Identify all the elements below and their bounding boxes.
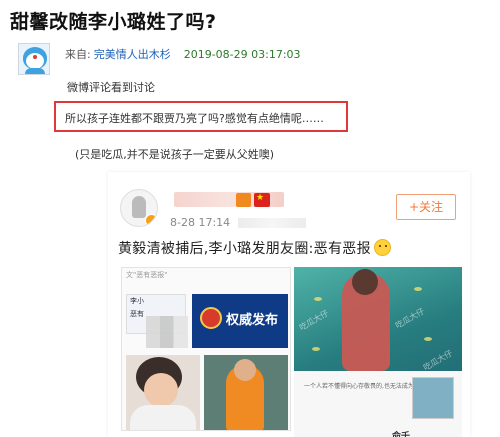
embed-time-text: 8-28 17:14	[170, 216, 231, 229]
post-datetime: 2019-08-29 03:17:03	[183, 48, 301, 61]
avatar-figure	[132, 196, 146, 218]
china-flag-icon	[254, 193, 270, 207]
avatar-nose	[33, 55, 37, 59]
photo-girl-head	[352, 269, 378, 295]
fish-shape	[414, 287, 422, 291]
highlight-box: 所以孩子连姓都不跟贾乃亮了吗?感觉有点绝情呢……	[54, 101, 348, 132]
embed-headline: 黄毅清被捕后,李小璐发朋友圈:恶有恶报	[118, 238, 391, 258]
image-caption: 一个人若不懂得向心存敬畏的,也无法成为一个..	[304, 383, 430, 390]
photo-shirt	[130, 405, 196, 430]
image-right[interactable]: 吃瓜大仔 吃瓜大仔 吃瓜大仔 一个人若不懂得向心存敬畏的,也无法成为一个.. 命…	[294, 267, 462, 437]
image-bottom-text: 命千	[392, 432, 411, 437]
blurred-source	[238, 218, 307, 228]
member-badge-icon	[236, 193, 251, 207]
official-release-text: 权威发布	[226, 313, 279, 328]
image-left-tag: 文"恶有恶报"	[126, 271, 168, 279]
comment-line-3: (只是吃瓜,并不是说孩子一定要从父姓噢)	[75, 148, 275, 161]
post-meta: 来自: 完美情人出木杉 2019-08-29 03:17:03	[65, 46, 301, 62]
embed-headline-text: 黄毅清被捕后,李小璐发朋友圈:恶有恶报	[118, 241, 371, 257]
follow-button[interactable]: +关注	[396, 194, 456, 220]
photo-portrait-1	[126, 355, 200, 430]
photo-head	[234, 359, 256, 381]
smile-emoji-icon	[373, 239, 391, 256]
image-left[interactable]: 文"恶有恶报" 李小 恶有 权威发布	[121, 267, 291, 431]
verified-badge-icon	[145, 214, 157, 226]
embed-time: 8-28 17:14	[170, 216, 307, 229]
post-title: 甜馨改随李小璐姓了吗?	[10, 11, 217, 33]
comment-line-1: 微博评论看到讨论	[67, 81, 155, 94]
highlighted-comment: 所以孩子连姓都不跟贾乃亮了吗?感觉有点绝情呢……	[65, 112, 324, 125]
embed-avatar[interactable]	[120, 189, 158, 227]
embedded-weibo-post: 8-28 17:14 +关注 黄毅清被捕后,李小璐发朋友圈:恶有恶报 文"恶有恶…	[108, 172, 470, 437]
author-avatar[interactable]	[18, 43, 50, 75]
image-right-lower: 一个人若不懂得向心存敬畏的,也无法成为一个.. 命千	[294, 371, 462, 437]
official-release-banner: 权威发布	[192, 294, 288, 348]
photo-portrait-2	[204, 355, 288, 430]
mosaic-blur	[146, 316, 188, 348]
card-line-1: 李小	[130, 297, 144, 305]
author-row: 来自: 完美情人出木杉 2019-08-29 03:17:03	[18, 43, 301, 77]
fish-shape	[312, 347, 320, 351]
police-emblem-icon	[200, 307, 222, 329]
fish-shape	[424, 337, 432, 341]
source-prefix: 来自:	[65, 48, 91, 61]
avatar-body	[25, 68, 45, 74]
mini-photo	[412, 377, 454, 419]
photo-face	[144, 373, 178, 407]
fish-shape	[314, 297, 322, 301]
source-link[interactable]: 完美情人出木杉	[94, 48, 171, 61]
